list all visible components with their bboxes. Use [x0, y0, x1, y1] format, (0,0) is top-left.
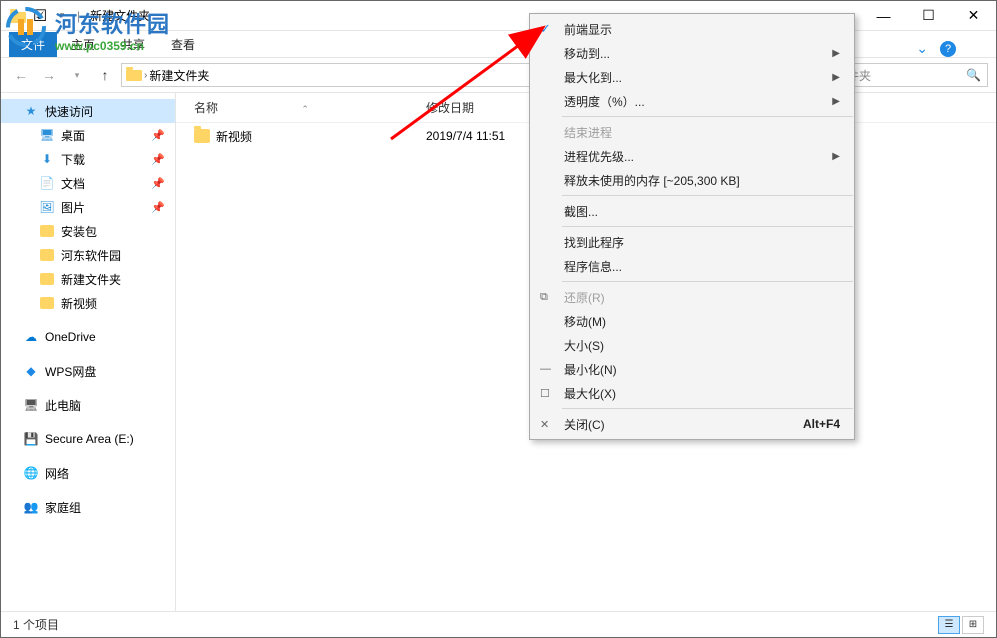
network-icon: 🌐 — [23, 465, 39, 481]
nav-secure-area[interactable]: 💾 Secure Area (E:) — [1, 427, 175, 451]
menu-separator — [562, 116, 853, 117]
nav-this-pc[interactable]: 🖥 此电脑 — [1, 393, 175, 417]
menu-maximize[interactable]: ☐ 最大化(X) — [530, 381, 854, 405]
pin-icon: 📌 — [151, 201, 165, 214]
chevron-right-icon: ▶ — [832, 151, 840, 162]
desktop-icon: 🖥 — [39, 127, 55, 143]
folder-icon — [39, 271, 55, 287]
document-icon: 📄 — [39, 175, 55, 191]
minimize-icon: — — [540, 363, 551, 375]
menu-end-process: 结束进程 — [530, 120, 854, 144]
folder-icon — [194, 129, 210, 143]
star-icon: ★ — [23, 103, 39, 119]
menu-priority[interactable]: 进程优先级... ▶ — [530, 144, 854, 168]
properties-icon[interactable]: ☑ — [31, 7, 49, 25]
menu-maximize-to[interactable]: 最大化到... ▶ — [530, 65, 854, 89]
column-header-name[interactable]: 名称 ⌃ — [176, 99, 426, 116]
menu-program-info[interactable]: 程序信息... — [530, 254, 854, 278]
ribbon-collapse-icon[interactable]: ⌄ — [916, 40, 928, 57]
close-icon: ✕ — [540, 418, 549, 431]
nav-forward-button: → — [37, 63, 61, 87]
nav-onedrive[interactable]: ☁ OneDrive — [1, 325, 175, 349]
qat-dropdown-icon[interactable]: ▾ — [53, 7, 71, 25]
breadcrumb-folder[interactable]: 新建文件夹 — [149, 67, 209, 84]
menu-restore: ⧉ 还原(R) — [530, 285, 854, 309]
tab-share[interactable]: 共享 — [109, 32, 157, 57]
chevron-right-icon: ▶ — [832, 48, 840, 59]
pin-icon: 📌 — [151, 129, 165, 142]
window-title: 新建文件夹 — [90, 7, 150, 24]
minimize-button[interactable]: — — [861, 1, 906, 31]
drive-icon: 💾 — [23, 431, 39, 447]
menu-front-display[interactable]: ✓ 前端显示 — [530, 17, 854, 41]
menu-release-memory[interactable]: 释放未使用的内存 [~205,300 KB] — [530, 168, 854, 192]
menu-minimize[interactable]: — 最小化(N) — [530, 357, 854, 381]
menu-find-program[interactable]: 找到此程序 — [530, 230, 854, 254]
menu-separator — [562, 195, 853, 196]
sort-indicator: ⌃ — [301, 104, 309, 114]
menu-separator — [562, 408, 853, 409]
nav-up-button[interactable]: ↑ — [93, 63, 117, 87]
menu-screenshot[interactable]: 截图... — [530, 199, 854, 223]
item-count: 1 个项目 — [13, 616, 59, 633]
context-menu: ✓ 前端显示 移动到... ▶ 最大化到... ▶ 透明度（%）... ▶ 结束… — [529, 13, 855, 440]
folder-icon — [39, 295, 55, 311]
nav-desktop[interactable]: 🖥 桌面 📌 — [1, 123, 175, 147]
tab-view[interactable]: 查看 — [159, 32, 207, 57]
folder-icon — [39, 247, 55, 263]
navigation-pane: ★ 快速访问 🖥 桌面 📌 ⬇ 下载 📌 📄 文档 📌 🖼 图片 📌 安装包 — [1, 93, 176, 611]
file-tab[interactable]: 文件 — [9, 32, 57, 57]
nav-recent-dropdown[interactable]: ▾ — [65, 63, 89, 87]
tab-home[interactable]: 主页 — [59, 32, 107, 57]
maximize-button[interactable]: ☐ — [906, 1, 951, 31]
file-name: 新视频 — [216, 128, 252, 145]
nav-quick-access[interactable]: ★ 快速访问 — [1, 99, 175, 123]
menu-move[interactable]: 移动(M) — [530, 309, 854, 333]
breadcrumb-root-icon — [126, 67, 142, 84]
nav-documents[interactable]: 📄 文档 📌 — [1, 171, 175, 195]
search-icon: 🔍 — [966, 68, 981, 82]
nav-network[interactable]: 🌐 网络 — [1, 461, 175, 485]
folder-icon — [39, 223, 55, 239]
menu-opacity[interactable]: 透明度（%）... ▶ — [530, 89, 854, 113]
title-separator: | — [77, 9, 80, 23]
status-bar: 1 个项目 ☰ ⊞ — [1, 611, 996, 637]
nav-folder-item[interactable]: 新视频 — [1, 291, 175, 315]
menu-move-to[interactable]: 移动到... ▶ — [530, 41, 854, 65]
nav-back-button[interactable]: ← — [9, 63, 33, 87]
nav-wps[interactable]: ◆ WPS网盘 — [1, 359, 175, 383]
folder-icon — [9, 7, 27, 25]
nav-downloads[interactable]: ⬇ 下载 📌 — [1, 147, 175, 171]
nav-label-quick: 快速访问 — [45, 103, 93, 120]
nav-homegroup[interactable]: 👥 家庭组 — [1, 495, 175, 519]
onedrive-icon: ☁ — [23, 329, 39, 345]
nav-pictures[interactable]: 🖼 图片 📌 — [1, 195, 175, 219]
homegroup-icon: 👥 — [23, 499, 39, 515]
chevron-right-icon: ▶ — [832, 72, 840, 83]
pin-icon: 📌 — [151, 177, 165, 190]
nav-folder-item[interactable]: 新建文件夹 — [1, 267, 175, 291]
wps-icon: ◆ — [23, 363, 39, 379]
help-icon[interactable]: ? — [940, 41, 956, 57]
view-details-toggle[interactable]: ☰ — [938, 616, 960, 634]
view-icons-toggle[interactable]: ⊞ — [962, 616, 984, 634]
nav-folder-item[interactable]: 河东软件园 — [1, 243, 175, 267]
menu-close[interactable]: ✕ 关闭(C) Alt+F4 — [530, 412, 854, 436]
close-button[interactable]: ✕ — [951, 1, 996, 31]
pc-icon: 🖥 — [23, 397, 39, 413]
menu-shortcut: Alt+F4 — [803, 417, 840, 431]
nav-folder-item[interactable]: 安装包 — [1, 219, 175, 243]
maximize-icon: ☐ — [540, 387, 550, 400]
menu-separator — [562, 281, 853, 282]
check-icon: ✓ — [540, 21, 551, 37]
chevron-right-icon[interactable]: › — [144, 70, 147, 81]
download-icon: ⬇ — [39, 151, 55, 167]
restore-icon: ⧉ — [540, 291, 548, 304]
menu-separator — [562, 226, 853, 227]
menu-size[interactable]: 大小(S) — [530, 333, 854, 357]
chevron-right-icon: ▶ — [832, 96, 840, 107]
picture-icon: 🖼 — [39, 199, 55, 215]
pin-icon: 📌 — [151, 153, 165, 166]
